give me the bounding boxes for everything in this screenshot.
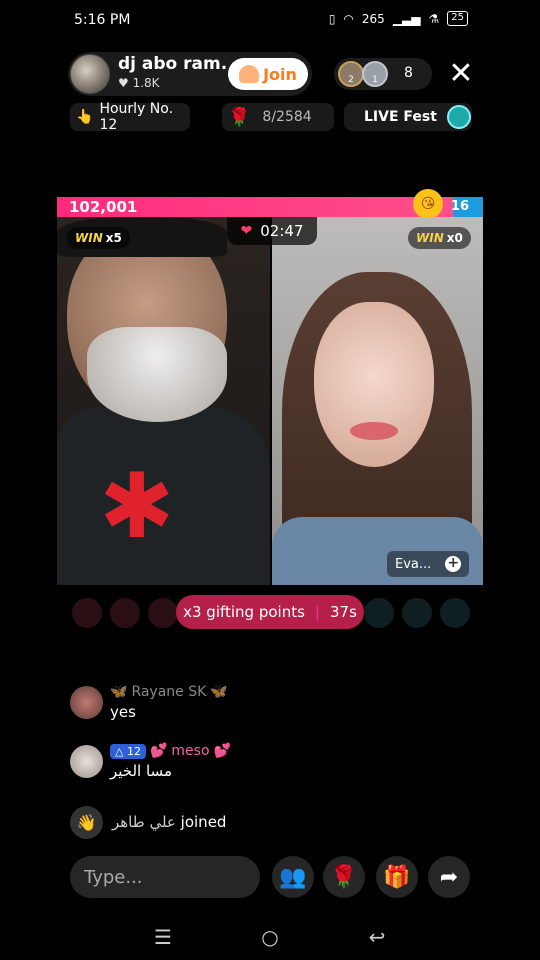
people-icon[interactable]: 👥 — [272, 856, 314, 898]
seat-icon[interactable] — [110, 598, 140, 628]
right-win-badge: WIN x0 — [408, 227, 471, 249]
signal-icon: ▁▃▅ — [392, 11, 421, 26]
battle-icon: ❤ — [240, 223, 253, 239]
comment-text: yes — [110, 703, 136, 721]
gift-icon[interactable]: 🎁 — [376, 856, 418, 898]
heart-icon: 💕 — [149, 743, 168, 759]
status-icons: ▯ ◠ 265 ▁▃▅ ⚗ 25 — [329, 11, 468, 26]
roses-chip[interactable]: 🌹 8/2584 — [222, 103, 334, 131]
seat-icon[interactable] — [364, 598, 394, 628]
join-heart-icon — [239, 65, 260, 83]
back-icon[interactable]: ↩ — [362, 924, 392, 950]
hourly-rank-chip[interactable]: 👆 Hourly No. 12 — [70, 101, 190, 133]
guest-name: Eva... — [395, 556, 432, 572]
network-speed: 265 — [361, 11, 385, 26]
status-bar: 5:16 PM ▯ ◠ 265 ▁▃▅ ⚗ 25 — [0, 8, 540, 34]
left-score: 102,001 — [69, 198, 138, 216]
butterfly-icon: 🦋 — [110, 684, 128, 700]
host-video-beard — [87, 327, 227, 422]
host-video[interactable]: ✱ — [57, 217, 270, 585]
spider-icon: ✱ — [99, 454, 175, 559]
guest-video-face — [314, 302, 434, 467]
guest-video[interactable] — [272, 217, 483, 585]
comment-item[interactable]: 🦋 Rayane SK 🦋 yes — [70, 684, 470, 724]
comment-author: △ 12 💕 meso 💕 — [110, 743, 231, 759]
avatar[interactable] — [70, 686, 103, 719]
join-event-text: علي طاهر joined — [112, 813, 227, 831]
heart-icon: 💕 — [213, 743, 231, 759]
flask-icon: ⚗ — [428, 11, 440, 26]
share-icon[interactable]: ➦ — [428, 856, 470, 898]
viewer-avatars[interactable]: 2 1 8 — [334, 58, 432, 90]
butterfly-icon: 🦋 — [210, 684, 228, 700]
host-likes: ♥ 1.8K — [118, 76, 160, 90]
live-fest-chip[interactable]: LIVE Fest — [344, 103, 472, 131]
seat-icon[interactable] — [72, 598, 102, 628]
emoji-icon: 😘 — [413, 189, 443, 219]
rose-icon[interactable]: 🌹 — [323, 856, 365, 898]
hourly-rank-label: Hourly No. 12 — [99, 101, 174, 133]
gifting-points-banner: x3 gifting points | 37s — [176, 595, 364, 629]
follow-plus-icon[interactable]: + — [445, 556, 462, 572]
host-name: dj abo ram... — [118, 54, 228, 74]
battery-icon: 25 — [447, 11, 468, 26]
left-win-badge: WIN x5 — [67, 227, 130, 249]
host-pill[interactable]: dj abo ram... ♥ 1.8K Join — [68, 52, 312, 96]
comment-text: مسا الخير — [110, 762, 172, 780]
seat-icon[interactable] — [148, 598, 178, 628]
gifting-label: x3 gifting points — [183, 603, 305, 621]
rose-icon: 🌹 — [228, 106, 251, 128]
join-button[interactable]: Join — [228, 58, 308, 90]
wave-icon: 👋 — [70, 806, 103, 839]
guest-name-tag[interactable]: Eva... + — [387, 551, 470, 577]
comment-author: 🦋 Rayane SK 🦋 — [110, 684, 228, 700]
viewer-avatar-rank-2[interactable]: 2 — [338, 61, 364, 87]
live-fest-label: LIVE Fest — [364, 109, 437, 125]
join-label: Join — [263, 64, 297, 84]
avatar[interactable] — [70, 745, 103, 778]
battle-timer: ❤ 02:47 — [227, 217, 317, 245]
vibrate-icon: ▯ — [328, 11, 336, 26]
guest-video-lips — [350, 422, 398, 440]
seat-icon[interactable] — [402, 598, 432, 628]
close-icon[interactable]: ✕ — [446, 59, 476, 90]
battle-timer-value: 02:47 — [260, 222, 304, 240]
viewer-avatar-rank-1[interactable]: 1 — [362, 61, 388, 87]
comment-item[interactable]: △ 12 💕 meso 💕 مسا الخير — [70, 743, 470, 783]
viewer-count: 8 — [404, 65, 413, 81]
comment-input[interactable] — [70, 856, 260, 898]
level-badge: △ 12 — [110, 743, 146, 759]
thumb-icon: 👆 — [76, 109, 94, 125]
status-time: 5:16 PM — [74, 12, 131, 28]
home-icon[interactable]: ○ — [255, 924, 285, 950]
wifi-icon: ◠ — [343, 11, 354, 26]
battle-area: 102,001 16 😘 ✱ WIN x5 WIN x0 ❤ 02:47 Eva… — [57, 189, 483, 587]
fest-badge-icon — [446, 105, 471, 129]
right-score: 16 — [450, 199, 469, 214]
menu-icon[interactable]: ☰ — [148, 924, 178, 950]
roses-value: 8/2584 — [262, 109, 312, 125]
seat-icon[interactable] — [440, 598, 470, 628]
system-nav-bar: ☰ ○ ↩ — [0, 920, 540, 954]
host-avatar[interactable] — [70, 54, 110, 94]
gifting-timer: 37s — [329, 603, 357, 621]
join-event: 👋 علي طاهر joined — [70, 806, 470, 846]
